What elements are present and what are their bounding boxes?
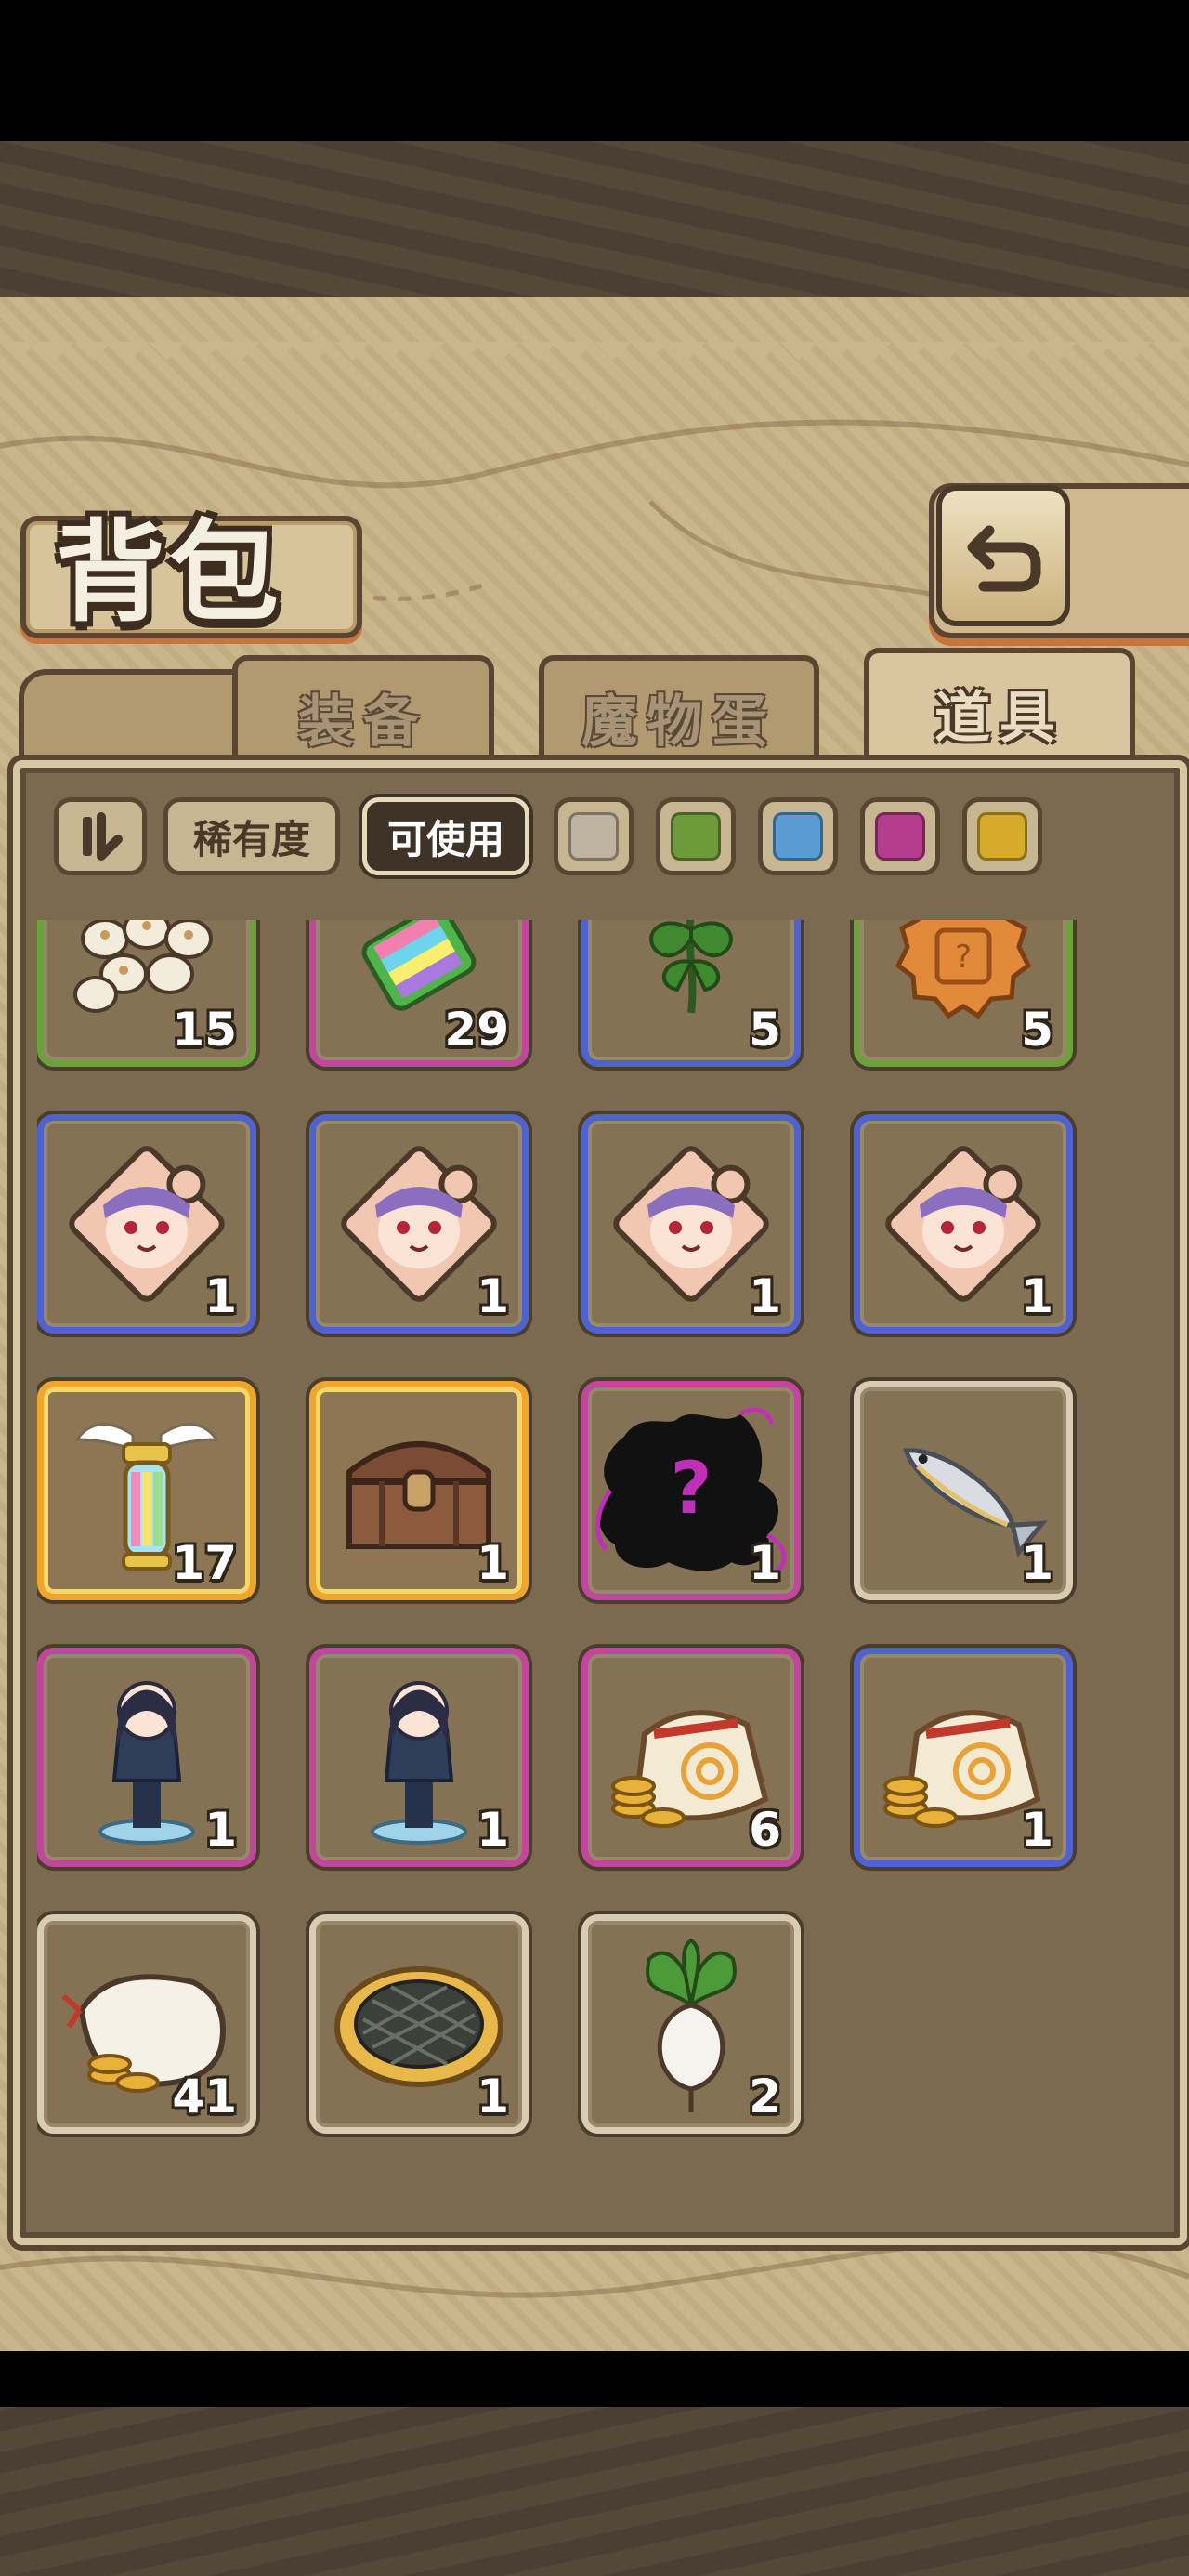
item-slot-coin-bag-small[interactable]: 1 <box>854 1648 1073 1867</box>
item-slot-turnip[interactable]: 2 <box>581 1914 801 2134</box>
item-slot-puzzle-piece-2[interactable]: 1 <box>309 1114 529 1334</box>
swatch-color <box>671 812 721 861</box>
zigzag-border-top <box>0 342 1189 379</box>
back-button[interactable] <box>936 485 1070 626</box>
usable-filter-button[interactable]: 可使用 <box>362 797 529 875</box>
tab-items[interactable]: 道具 <box>864 648 1135 772</box>
back-arrow-icon <box>967 525 1041 592</box>
status-bar-area <box>0 0 1189 141</box>
item-slot-gold-coin-bag[interactable]: 6 <box>581 1648 801 1867</box>
item-quantity: 1 <box>1021 1536 1053 1590</box>
rarity-filter-button[interactable]: 稀有度 <box>163 797 340 875</box>
sort-toggle-button[interactable] <box>54 797 147 875</box>
rarity-swatch-gray[interactable] <box>554 797 634 875</box>
tab-items-label: 道具 <box>934 685 1065 751</box>
item-slot-figure-witch[interactable]: 1 <box>37 1648 256 1867</box>
item-slot-figure-girl[interactable]: 1 <box>309 1648 529 1867</box>
swatch-color <box>773 812 823 861</box>
background-top <box>0 141 1189 309</box>
item-quantity: 41 <box>172 2070 237 2123</box>
item-slot-rainbow-ticket[interactable]: 29 <box>309 920 529 1067</box>
item-quantity: 1 <box>749 1269 781 1323</box>
swatch-color <box>977 812 1027 861</box>
item-quantity: 5 <box>749 1003 781 1057</box>
background-bottom <box>0 2407 1189 2576</box>
item-quantity: 1 <box>477 1269 509 1323</box>
svg-text:?: ? <box>671 1447 712 1531</box>
item-grid: 15 29 5? 5 1 1 1 1 17 1? 1 1 1 1 6 1 41 1 2 <box>37 920 1152 2184</box>
tab-equipment-label: 装备 <box>298 689 428 755</box>
item-slot-winged-lantern[interactable]: 17 <box>37 1381 256 1600</box>
item-quantity: 5 <box>1021 1003 1053 1057</box>
item-quantity: 15 <box>172 1003 237 1057</box>
page-title: 背包 <box>56 507 283 637</box>
item-quantity: 2 <box>749 2070 781 2123</box>
item-quantity: 1 <box>477 2070 509 2123</box>
item-quantity: 17 <box>172 1536 237 1590</box>
item-quantity: 6 <box>749 1803 781 1857</box>
item-slot-money-sack[interactable]: 41 <box>37 1914 256 2134</box>
item-slot-puzzle-piece-3[interactable]: 1 <box>581 1114 801 1334</box>
item-quantity: 1 <box>477 1803 509 1857</box>
item-quantity: 1 <box>1021 1269 1053 1323</box>
item-slot-mystery-silhouette[interactable]: ? 1 <box>581 1381 801 1600</box>
item-quantity: 1 <box>477 1536 509 1590</box>
item-slot-treasure-chest[interactable]: 1 <box>309 1381 529 1600</box>
filter-bar: 稀有度 可使用 <box>37 781 1152 892</box>
item-quantity: 1 <box>749 1536 781 1590</box>
sort-icon <box>83 812 123 861</box>
item-slot-pie[interactable]: 1 <box>309 1914 529 2134</box>
tab-monster-eggs[interactable]: 魔物蛋 <box>539 655 819 772</box>
item-slot-herb[interactable]: 5 <box>581 920 801 1067</box>
svg-text:?: ? <box>955 939 972 976</box>
item-slot-fish[interactable]: 1 <box>854 1381 1073 1600</box>
item-slot-puzzle-piece-1[interactable]: 1 <box>37 1114 256 1334</box>
item-slot-mooncake[interactable]: ? 5 <box>854 920 1073 1067</box>
tab-monster-eggs-label: 魔物蛋 <box>581 689 777 755</box>
item-quantity: 1 <box>204 1269 237 1323</box>
rarity-swatch-purple[interactable] <box>860 797 940 875</box>
item-quantity: 29 <box>444 1003 509 1057</box>
item-slot-eggs[interactable]: 15 <box>37 920 256 1067</box>
rarity-swatch-gold[interactable] <box>962 797 1042 875</box>
rarity-swatch-green[interactable] <box>656 797 736 875</box>
swatch-color <box>875 812 925 861</box>
item-slot-puzzle-piece-4[interactable]: 1 <box>854 1114 1073 1334</box>
item-quantity: 1 <box>1021 1803 1053 1857</box>
rarity-swatch-blue[interactable] <box>758 797 838 875</box>
item-quantity: 1 <box>204 1803 237 1857</box>
tab-equipment[interactable]: 装备 <box>232 655 494 772</box>
swatch-color <box>568 812 619 861</box>
